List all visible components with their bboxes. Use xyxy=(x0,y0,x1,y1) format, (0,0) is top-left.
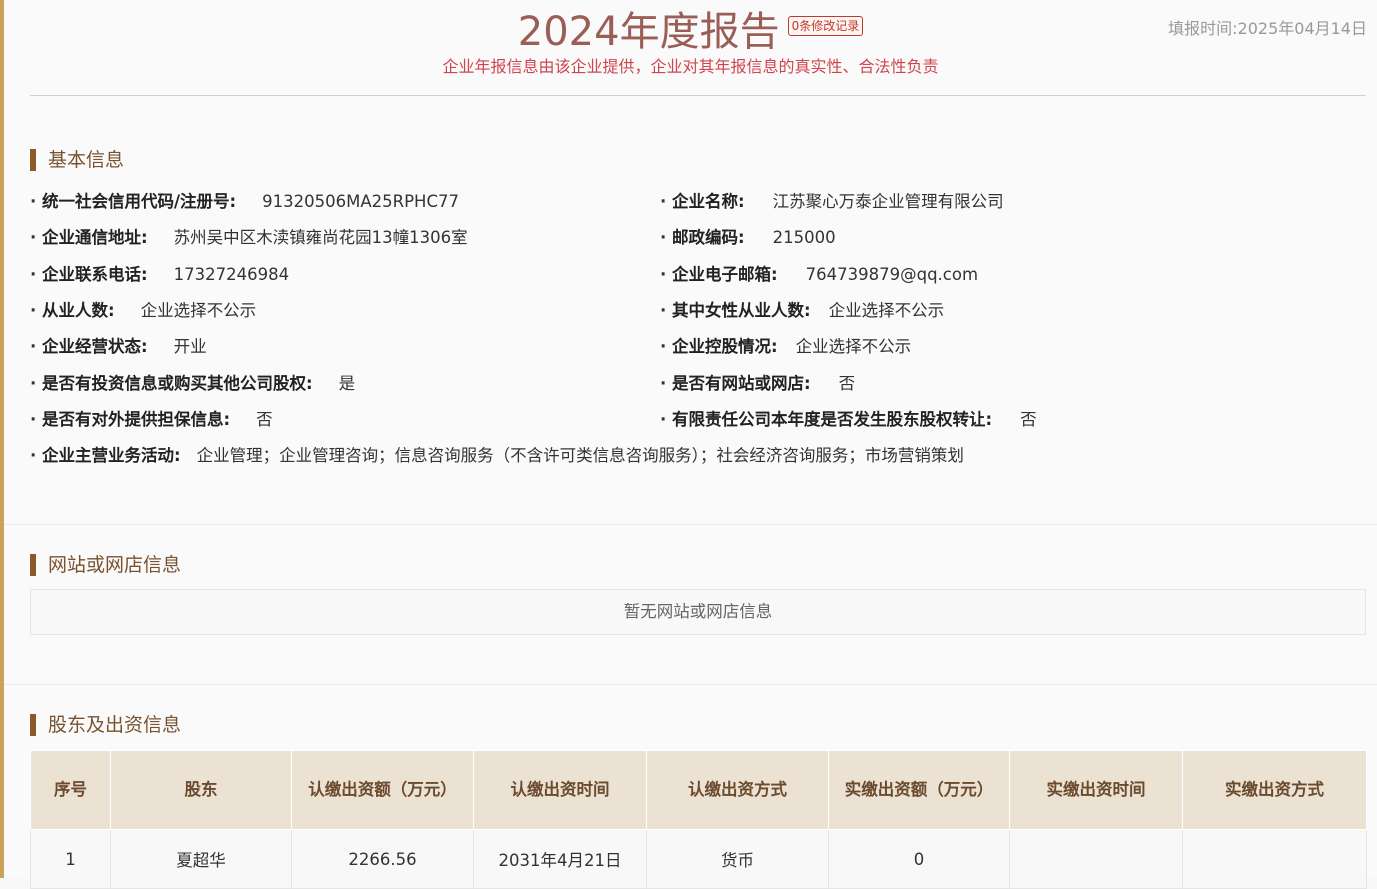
section-divider xyxy=(4,684,1377,685)
field-value: 91320506MA25RPHC77 xyxy=(262,192,459,211)
field-value: 苏州吴中区木渎镇雍尚花园13幢1306室 xyxy=(173,228,468,247)
field-phone: · 企业联系电话: 17327246984 xyxy=(30,264,289,286)
field-label: 企业通信地址: xyxy=(42,228,148,247)
field-label: 从业人数: xyxy=(42,301,115,320)
column-header: 实缴出资时间 xyxy=(1009,750,1183,830)
field-value: 开业 xyxy=(173,337,207,356)
field-label: 是否有投资信息或购买其他公司股权: xyxy=(42,374,313,393)
field-label: 有限责任公司本年度是否发生股东股权转让: xyxy=(672,410,993,429)
field-value: 企业管理；企业管理咨询；信息咨询服务（不含许可类信息咨询服务）；社会经济咨询服务… xyxy=(196,446,964,465)
report-title: 2024年度报告 xyxy=(517,9,780,55)
section-title-basic-info: 基本信息 xyxy=(30,149,124,171)
bullet: · xyxy=(660,301,667,320)
field-label: 企业电子邮箱: xyxy=(672,265,778,284)
field-label: 企业名称: xyxy=(672,192,745,211)
field-address: · 企业通信地址: 苏州吴中区木渎镇雍尚花园13幢1306室 xyxy=(30,227,468,249)
field-value: 215000 xyxy=(772,228,836,247)
table-cell: 2031年4月21日 xyxy=(473,829,647,889)
website-empty-state: 暂无网站或网店信息 xyxy=(30,589,1366,635)
field-main-business: · 企业主营业务活动: 企业管理；企业管理咨询；信息咨询服务（不含许可类信息咨询服务… xyxy=(30,445,964,467)
column-header: 实缴出资额（万元） xyxy=(828,750,1010,830)
field-postal-code: · 邮政编码: 215000 xyxy=(660,227,836,249)
field-label: 企业联系电话: xyxy=(42,265,148,284)
field-credit-code: · 统一社会信用代码/注册号: 91320506MA25RPHC77 xyxy=(30,191,459,213)
field-value: 企业选择不公示 xyxy=(828,301,945,320)
section-divider xyxy=(4,524,1377,525)
field-has-guarantee: · 是否有对外提供担保信息: 否 xyxy=(30,409,273,431)
table-cell: 2266.56 xyxy=(291,829,474,889)
field-has-investment: · 是否有投资信息或购买其他公司股权: 是 xyxy=(30,373,355,395)
bullet: · xyxy=(660,337,667,356)
column-header: 序号 xyxy=(30,750,111,830)
field-label: 企业主营业务活动: xyxy=(42,446,181,465)
field-email: · 企业电子邮箱: 764739879@qq.com xyxy=(660,264,978,286)
shareholder-table: 序号 股东 认缴出资额（万元） 认缴出资时间 认缴出资方式 实缴出资额（万元） … xyxy=(30,750,1367,889)
column-header: 认缴出资额（万元） xyxy=(291,750,474,830)
field-value: 企业选择不公示 xyxy=(140,301,257,320)
bullet: · xyxy=(30,410,37,429)
section-title-shareholders: 股东及出资信息 xyxy=(30,714,181,736)
field-label: 是否有网站或网店: xyxy=(672,374,811,393)
field-female-employees: · 其中女性从业人数: 企业选择不公示 xyxy=(660,300,944,322)
field-label: 其中女性从业人数: xyxy=(672,301,811,320)
field-label: 统一社会信用代码/注册号: xyxy=(42,192,237,211)
table-cell xyxy=(1182,829,1367,889)
field-company-name: · 企业名称: 江苏聚心万泰企业管理有限公司 xyxy=(660,191,1004,213)
field-label: 邮政编码: xyxy=(672,228,745,247)
bullet: · xyxy=(30,374,37,393)
bullet: · xyxy=(30,228,37,247)
report-header: 2024年度报告 0条修改记录 企业年报信息由该企业提供，企业对其年报信息的真实性… xyxy=(4,0,1377,96)
table-cell: 0 xyxy=(828,829,1010,889)
bullet: · xyxy=(30,265,37,284)
bullet: · xyxy=(30,192,37,211)
table-cell: 夏超华 xyxy=(110,829,292,889)
bullet: · xyxy=(660,374,667,393)
header-divider xyxy=(30,95,1366,96)
field-label: 企业控股情况: xyxy=(672,337,778,356)
field-holding-status: · 企业控股情况: 企业选择不公示 xyxy=(660,336,911,358)
field-label: 企业经营状态: xyxy=(42,337,148,356)
field-equity-transfer: · 有限责任公司本年度是否发生股东股权转让: 否 xyxy=(660,409,1037,431)
column-header: 实缴出资方式 xyxy=(1182,750,1367,830)
bullet: · xyxy=(660,265,667,284)
field-value: 17327246984 xyxy=(173,265,290,284)
field-value: 否 xyxy=(256,410,273,429)
field-value: 企业选择不公示 xyxy=(795,337,912,356)
table-header-row: 序号 股东 认缴出资额（万元） 认缴出资时间 认缴出资方式 实缴出资额（万元） … xyxy=(30,750,1367,830)
field-label: 是否有对外提供担保信息: xyxy=(42,410,231,429)
table-cell xyxy=(1009,829,1183,889)
bullet: · xyxy=(30,446,37,465)
column-header: 股东 xyxy=(110,750,292,830)
bullet: · xyxy=(660,410,667,429)
bullet: · xyxy=(660,228,667,247)
bullet: · xyxy=(30,301,37,320)
table-cell: 1 xyxy=(30,829,111,889)
bullet: · xyxy=(660,192,667,211)
section-title-website: 网站或网店信息 xyxy=(30,554,181,576)
column-header: 认缴出资时间 xyxy=(473,750,647,830)
field-value: 否 xyxy=(838,374,856,393)
field-has-website: · 是否有网站或网店: 否 xyxy=(660,373,855,395)
table-row: 1 夏超华 2266.56 2031年4月21日 货币 0 xyxy=(30,829,1367,889)
field-value: 是 xyxy=(338,374,356,393)
field-employees: · 从业人数: 企业选择不公示 xyxy=(30,300,256,322)
annual-report-page: 2024年度报告 0条修改记录 企业年报信息由该企业提供，企业对其年报信息的真实性… xyxy=(4,0,1377,889)
bullet: · xyxy=(30,337,37,356)
field-value: 否 xyxy=(1020,410,1037,429)
modify-record-badge[interactable]: 0条修改记录 xyxy=(787,16,864,36)
table-cell: 货币 xyxy=(646,829,829,889)
field-value: 江苏聚心万泰企业管理有限公司 xyxy=(772,192,1004,211)
field-value: 764739879@qq.com xyxy=(805,265,979,284)
fill-time: 填报时间:2025年04月14日 xyxy=(1168,19,1367,38)
column-header: 认缴出资方式 xyxy=(646,750,829,830)
field-business-status: · 企业经营状态: 开业 xyxy=(30,336,207,358)
report-disclaimer: 企业年报信息由该企业提供，企业对其年报信息的真实性、合法性负责 xyxy=(442,57,939,76)
